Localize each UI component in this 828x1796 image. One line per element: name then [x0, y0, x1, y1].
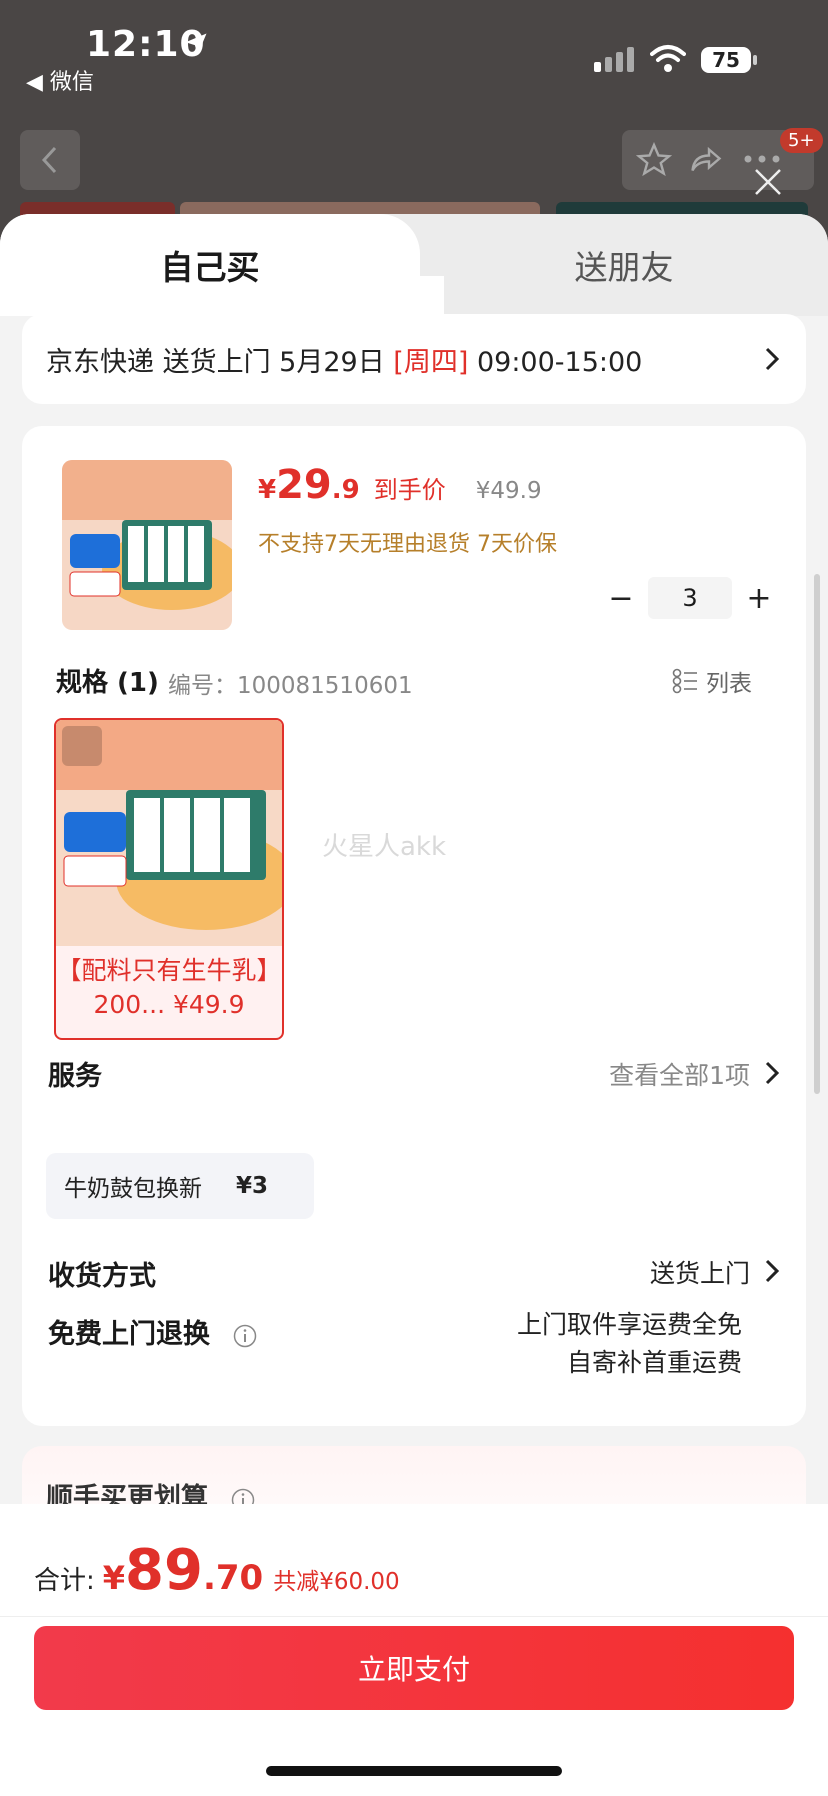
total-symbol: ¥ [102, 1559, 126, 1597]
price-decimal: .9 [331, 475, 360, 505]
service-option-price: ¥3 [236, 1173, 269, 1199]
quantity-stepper: − 3 + [602, 576, 778, 620]
info-icon[interactable] [233, 1324, 257, 1348]
tab-bar: 送朋友 自己买 [0, 214, 828, 316]
tab-gift-friend[interactable]: 送朋友 [420, 214, 828, 316]
back-button[interactable] [20, 130, 80, 190]
price-tag: 到手价 [373, 476, 446, 504]
free-return-line-1: 上门取件享运费全免 [516, 1310, 742, 1339]
delivery-time: 09:00-15:00 [468, 346, 643, 378]
more-icon[interactable] [742, 152, 782, 166]
total-decimal: .70 [202, 1558, 264, 1598]
price-symbol: ¥ [258, 475, 277, 505]
chevron-left-icon [41, 146, 57, 174]
return-policy-text: 不支持7天无理由退货 7天价保 [258, 532, 557, 557]
delivery-row[interactable]: 京东快递 送货上门 5月29日 [周四] 09:00-15:00 [22, 314, 806, 404]
price-integer: 29 [276, 462, 332, 508]
spec-option-card[interactable]: 【配料只有生牛乳】200... ¥49.9 [54, 718, 284, 1040]
original-price: ¥49.9 [475, 478, 542, 504]
checkout-footer: 合计: ¥ 89 .70 共减¥60.00 立即支付 [0, 1504, 828, 1796]
close-icon[interactable] [752, 166, 784, 198]
increase-quantity-button[interactable]: + [740, 579, 778, 617]
cellular-signal-icon [594, 47, 634, 72]
service-option[interactable]: 牛奶鼓包换新 ¥3 [46, 1153, 314, 1219]
share-icon[interactable] [688, 142, 724, 178]
service-view-all-link[interactable]: 查看全部1项 [609, 1056, 750, 1092]
status-bar: 12:10 ◀ 微信 75 [0, 0, 828, 110]
chevron-right-icon [765, 1061, 780, 1085]
total-integer: 89 [125, 1538, 203, 1603]
pay-now-button[interactable]: 立即支付 [34, 1626, 794, 1710]
free-return-row: 免费上门退换 [48, 1312, 257, 1351]
chevron-right-icon [765, 347, 780, 371]
total-label: 合计: [34, 1566, 95, 1596]
delivery-prefix: 京东快递 送货上门 5月29日 [46, 346, 394, 378]
battery-level: 75 [712, 48, 740, 72]
delivery-weekday: [周四] [393, 346, 469, 378]
battery-indicator: 75 [700, 46, 758, 74]
list-icon [672, 668, 697, 694]
delivery-text: 京东快递 送货上门 5月29日 [周四] 09:00-15:00 [46, 340, 642, 379]
cart-badge: 5+ [780, 128, 823, 153]
star-icon[interactable] [636, 142, 672, 178]
service-title: 服务 [48, 1061, 102, 1092]
location-arrow-icon [185, 33, 207, 55]
home-indicator [266, 1766, 562, 1776]
tab-buy-self[interactable]: 自己买 [0, 214, 444, 316]
scrollbar[interactable] [814, 574, 820, 1094]
chevron-right-icon [765, 1259, 780, 1283]
milk-box-image [62, 460, 232, 630]
decrease-quantity-button[interactable]: − [602, 579, 640, 617]
quantity-value[interactable]: 3 [648, 577, 732, 619]
shipping-method-value[interactable]: 送货上门 [650, 1254, 750, 1290]
back-to-wechat-link[interactable]: ◀ 微信 [26, 64, 94, 96]
service-option-name: 牛奶鼓包换新 [64, 1176, 202, 1202]
total-amount: 合计: ¥ 89 .70 共减¥60.00 [34, 1538, 400, 1603]
divider [0, 1616, 828, 1617]
spec-option-image [56, 720, 282, 946]
free-return-details: 上门取件享运费全免 自寄补首重运费 [517, 1306, 742, 1382]
free-return-title: 免费上门退换 [48, 1319, 210, 1350]
spec-code: 编号：100081510601 [168, 673, 413, 699]
watermark: 火星人akk [322, 832, 447, 862]
total-discount: 共减¥60.00 [273, 1569, 400, 1595]
list-view-label: 列表 [706, 671, 752, 697]
free-return-line-2: 自寄补首重运费 [566, 1348, 742, 1377]
wifi-icon [650, 45, 686, 72]
list-view-toggle[interactable]: 列表 [672, 664, 752, 698]
shipping-method-title: 收货方式 [48, 1261, 156, 1292]
product-image[interactable] [62, 460, 232, 630]
price-line: ¥ 29 .9 到手价 ¥49.9 [258, 462, 542, 508]
spec-option-text: 【配料只有生牛乳】200... ¥49.9 [56, 956, 282, 1019]
order-detail-card: ¥ 29 .9 到手价 ¥49.9 不支持7天无理由退货 7天价保 − 3 + … [22, 426, 806, 1426]
spec-title: 规格 (1) [56, 668, 159, 698]
